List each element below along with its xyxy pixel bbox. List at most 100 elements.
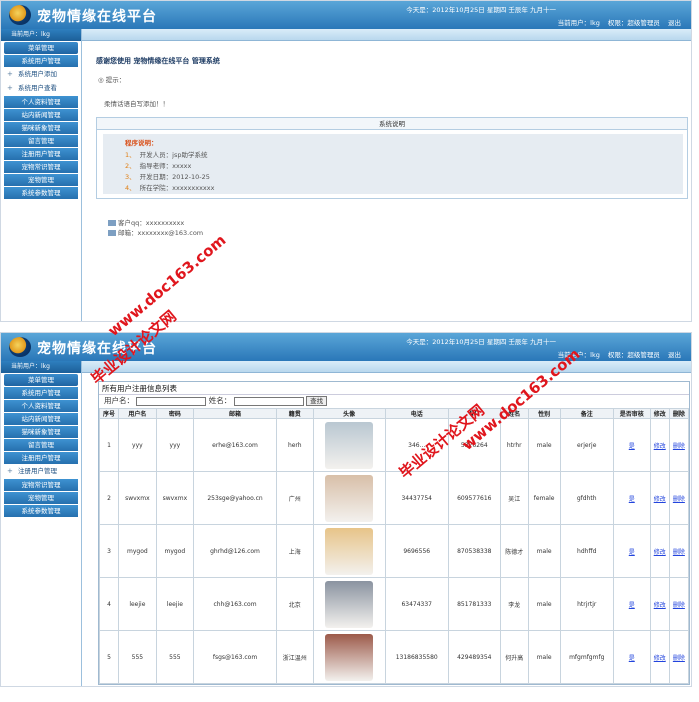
avatar [325, 421, 374, 469]
sidebar-item[interactable]: 注册用户管理 [4, 465, 78, 478]
cell-hometown: 上海 [275, 524, 314, 578]
cell-remark: mfgmfgmfg [559, 630, 614, 684]
user-list-title: 所有用户注册信息列表 [99, 382, 689, 395]
cell-email: 253sge@yahoo.cn [193, 471, 277, 525]
table-body: 1 yyy yyy erhe@163.com herh 346... 5326264 htrh… [99, 418, 689, 684]
sidebar-item[interactable]: 猫咪新象管理 [4, 122, 78, 134]
audit-link[interactable]: 是 [629, 496, 635, 503]
edit-link[interactable]: 修改 [654, 655, 666, 662]
cell-no: 3 [99, 524, 120, 578]
cell-gender: male [527, 577, 561, 631]
cell-qq: 429489354 [447, 630, 501, 684]
system-info-row: 2、 指导老师：xxxxx [125, 160, 191, 170]
del-link[interactable]: 删除 [673, 549, 685, 556]
username-search-input[interactable] [136, 396, 207, 406]
cell-name: 陈德才 [499, 524, 529, 578]
sidebar-item[interactable]: 注册用户管理 [4, 452, 78, 464]
sidebar-item[interactable]: 系统用户管理 [4, 55, 78, 67]
edit-link[interactable]: 修改 [654, 443, 666, 450]
sidebar-item[interactable]: 个人资料管理 [4, 400, 78, 412]
cell-gender: female [527, 471, 561, 525]
sidebar-item[interactable]: 宠物管理 [4, 492, 78, 504]
sidebar-item[interactable]: 系统参数管理 [4, 505, 78, 517]
del-link[interactable]: 删除 [673, 602, 685, 609]
cell-gender: male [527, 630, 561, 684]
sidebar-item[interactable]: 系统用户管理 [4, 387, 78, 399]
cell-name: 何升高 [499, 630, 529, 684]
sidebar-item[interactable]: 宠物常识管理 [4, 161, 78, 173]
column-header: 删除 [668, 408, 689, 419]
cell-phone: 13186835580 [384, 630, 449, 684]
username-label: 用户名： [104, 396, 134, 405]
cell-photo [312, 630, 386, 684]
avatar [325, 580, 374, 628]
cell-qq: 851781333 [447, 577, 501, 631]
sidebar-item[interactable]: 宠物常识管理 [4, 479, 78, 491]
qq-icon [108, 220, 116, 226]
cell-email: ghrhd@126.com [193, 524, 277, 578]
del-link[interactable]: 删除 [673, 443, 685, 450]
cell-no: 2 [99, 471, 120, 525]
cell-no: 4 [99, 577, 120, 631]
row-number: 1、 [125, 151, 136, 159]
column-header: 籍贯 [275, 408, 314, 419]
cell-remark: gfdhth [559, 471, 614, 525]
cell-audit: 是 [612, 524, 651, 578]
cell-audit: 是 [612, 630, 651, 684]
current-user: 当前用户：lkg [557, 19, 600, 27]
column-header: 邮箱 [193, 408, 277, 419]
audit-link[interactable]: 是 [629, 443, 635, 450]
system-info-body: 程序说明： 1、 开发人员：jsp助学系统 2、 指导老师：xxxxx 3、 开发日期：2… [103, 134, 683, 194]
sidebar-current-user: 当前用户：lkg [1, 361, 81, 373]
row-text: 所在学院：xxxxxxxxxxx [139, 184, 215, 192]
sidebar-item[interactable]: 留言管理 [4, 135, 78, 147]
cell-audit: 是 [612, 577, 651, 631]
top-header: 宠物情缘在线平台 今天是：2012年10月25日 星期四 壬辰年 九月十一 当前… [1, 1, 691, 29]
edit-link[interactable]: 修改 [654, 496, 666, 503]
cell-del: 删除 [668, 524, 689, 578]
sidebar-item[interactable]: 留言管理 [4, 439, 78, 451]
sidebar-item[interactable]: 个人资料管理 [4, 96, 78, 108]
system-info-row: 3、 开发日期：2012-10-25 [125, 171, 210, 181]
sidebar-menu-head[interactable]: 菜单管理 [4, 374, 78, 386]
contact-mail: 邮箱：xxxxxxxx@163.com [108, 227, 203, 237]
mail-icon [108, 230, 116, 236]
search-button[interactable]: 查找 [306, 396, 328, 406]
logo-icon [9, 337, 31, 357]
cell-name: htrhr [499, 418, 529, 472]
sidebar-item[interactable]: 站内新闻管理 [4, 413, 78, 425]
del-link[interactable]: 删除 [673, 496, 685, 503]
audit-link[interactable]: 是 [629, 655, 635, 662]
cell-photo [312, 471, 386, 525]
cell-remark: hdhffd [559, 524, 614, 578]
table-row: 3 mygod mygod ghrhd@126.com 上海 9696556 8705383… [99, 524, 689, 578]
sidebar-menu-head[interactable]: 菜单管理 [4, 42, 78, 54]
logout-link[interactable]: 退出 [668, 19, 681, 27]
row-text: 指导老师：xxxxx [139, 162, 192, 170]
column-header: 是否审核 [612, 408, 651, 419]
audit-link[interactable]: 是 [629, 602, 635, 609]
name-search-input[interactable] [233, 396, 304, 406]
edit-link[interactable]: 修改 [654, 602, 666, 609]
sidebar-item[interactable]: 注册用户管理 [4, 148, 78, 160]
sub-bar [1, 29, 691, 41]
sidebar-item[interactable]: 站内新闻管理 [4, 109, 78, 121]
cell-phone: 34437754 [384, 471, 449, 525]
cell-hometown: 浙江温州 [275, 630, 314, 684]
admin-welcome-screen: 宠物情缘在线平台 今天是：2012年10月25日 星期四 壬辰年 九月十一 当前… [0, 0, 692, 322]
audit-link[interactable]: 是 [629, 549, 635, 556]
edit-link[interactable]: 修改 [654, 549, 666, 556]
table-row: 2 swvxmx swvxmx 253sge@yahoo.cn 广州 34437754 60… [99, 471, 689, 525]
cell-qq: 609577616 [447, 471, 501, 525]
cell-hometown: 北京 [275, 577, 314, 631]
del-link[interactable]: 删除 [673, 655, 685, 662]
cell-username: leejie [118, 577, 157, 631]
sidebar-item[interactable]: 系统用户查看 [4, 82, 78, 95]
sidebar-item[interactable]: 宠物管理 [4, 174, 78, 186]
sidebar-item[interactable]: 猫咪新象管理 [4, 426, 78, 438]
sidebar-item[interactable]: 系统参数管理 [4, 187, 78, 199]
sidebar-item[interactable]: 系统用户添加 [4, 68, 78, 81]
user-table: 序号 用户名 密码 邮箱 籍贯 头像 电话 QQ 姓名 性别 备注 是否审核 修改 删除 1 yyy yyy e… [99, 408, 689, 684]
cell-audit: 是 [612, 418, 651, 472]
logout-link[interactable]: 退出 [668, 351, 681, 359]
